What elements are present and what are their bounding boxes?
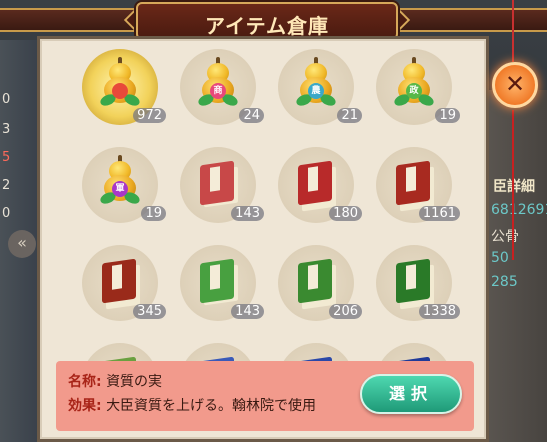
fruit-badge: 農 xyxy=(308,83,324,99)
item-storage-panel: 972 商 24 農 21 政 19 軍 19 143 180 1161 345 143 206 1338 名… xyxy=(37,36,489,442)
item-quantity: 143 xyxy=(231,206,264,221)
book-icon xyxy=(294,257,338,310)
close-button[interactable]: ✕ xyxy=(492,62,538,108)
title-plate: アイテム倉庫 xyxy=(136,2,398,40)
backdrop-number: 0 xyxy=(2,92,11,107)
item-quantity: 345 xyxy=(133,304,166,319)
item-effect-row: 効果: 大臣資質を上げる。翰林院で使用 xyxy=(68,395,316,415)
select-button[interactable]: 選択 xyxy=(360,374,462,414)
item-slot[interactable]: 商 24 xyxy=(180,49,264,125)
effect-label: 効果: xyxy=(68,398,102,414)
backdrop-value: 6812691 xyxy=(491,202,547,218)
item-quantity: 1338 xyxy=(418,304,460,319)
item-slot[interactable]: 206 xyxy=(278,245,362,321)
item-grid: 972 商 24 農 21 政 19 軍 19 143 180 1161 345 143 206 1338 xyxy=(62,47,474,419)
item-quantity: 180 xyxy=(329,206,362,221)
backdrop-number: 5 xyxy=(2,150,11,165)
book-icon xyxy=(98,257,142,310)
backdrop-title: 臣詳細 xyxy=(493,179,535,195)
item-slot[interactable]: 180 xyxy=(278,147,362,223)
item-quantity: 206 xyxy=(329,304,362,319)
lantern-rope xyxy=(512,0,514,62)
gourd-fruit-icon: 商 xyxy=(196,57,240,113)
item-quantity: 1161 xyxy=(418,206,460,221)
prev-arrow-button[interactable]: « xyxy=(8,230,36,258)
item-slot[interactable]: 143 xyxy=(180,245,264,321)
item-quantity: 972 xyxy=(133,108,166,123)
backdrop-value: 285 xyxy=(491,274,518,290)
window-title: アイテム倉庫 xyxy=(205,14,329,38)
backdrop-number: 3 xyxy=(2,122,11,137)
item-quantity: 21 xyxy=(337,108,362,123)
item-name-row: 名称: 資質の実 xyxy=(68,371,162,391)
item-slot[interactable]: 農 21 xyxy=(278,49,362,125)
item-slot[interactable]: 972 xyxy=(82,49,166,125)
item-info-box: 名称: 資質の実 効果: 大臣資質を上げる。翰林院で使用 選択 xyxy=(56,361,474,431)
book-icon xyxy=(392,257,436,310)
item-slot[interactable]: 1338 xyxy=(376,245,460,321)
title-bar: アイテム倉庫 xyxy=(0,0,547,40)
fruit-badge: 政 xyxy=(406,83,422,99)
item-slot[interactable]: 軍 19 xyxy=(82,147,166,223)
fruit-badge xyxy=(112,83,128,99)
effect-value: 大臣資質を上げる。翰林院で使用 xyxy=(106,398,317,414)
book-icon xyxy=(294,159,338,212)
gourd-fruit-icon xyxy=(98,57,142,113)
item-slot[interactable]: 1161 xyxy=(376,147,460,223)
item-quantity: 19 xyxy=(141,206,166,221)
lantern-tassel xyxy=(512,110,514,260)
fruit-badge: 軍 xyxy=(112,181,128,197)
close-icon: ✕ xyxy=(504,70,526,98)
item-quantity: 24 xyxy=(239,108,264,123)
item-quantity: 143 xyxy=(231,304,264,319)
item-slot[interactable]: 政 19 xyxy=(376,49,460,125)
backdrop-number: 2 xyxy=(2,178,11,193)
item-quantity: 19 xyxy=(435,108,460,123)
gourd-fruit-icon: 政 xyxy=(392,57,436,113)
name-label: 名称: xyxy=(68,374,102,390)
chevron-left-icon: « xyxy=(17,233,27,252)
item-slot[interactable]: 143 xyxy=(180,147,264,223)
backdrop-value: 50 xyxy=(491,250,509,266)
backdrop-value: 公骨 xyxy=(491,229,519,245)
gourd-fruit-icon: 農 xyxy=(294,57,338,113)
backdrop-number: 0 xyxy=(2,206,11,221)
gourd-fruit-icon: 軍 xyxy=(98,155,142,211)
name-value: 資質の実 xyxy=(106,374,163,390)
book-icon xyxy=(196,159,240,209)
fruit-badge: 商 xyxy=(210,83,226,99)
item-slot[interactable]: 345 xyxy=(82,245,166,321)
backdrop-right-panel: 臣詳細 6812691 公骨 50 285 xyxy=(487,90,547,442)
book-icon xyxy=(392,159,436,212)
book-icon xyxy=(196,257,240,307)
